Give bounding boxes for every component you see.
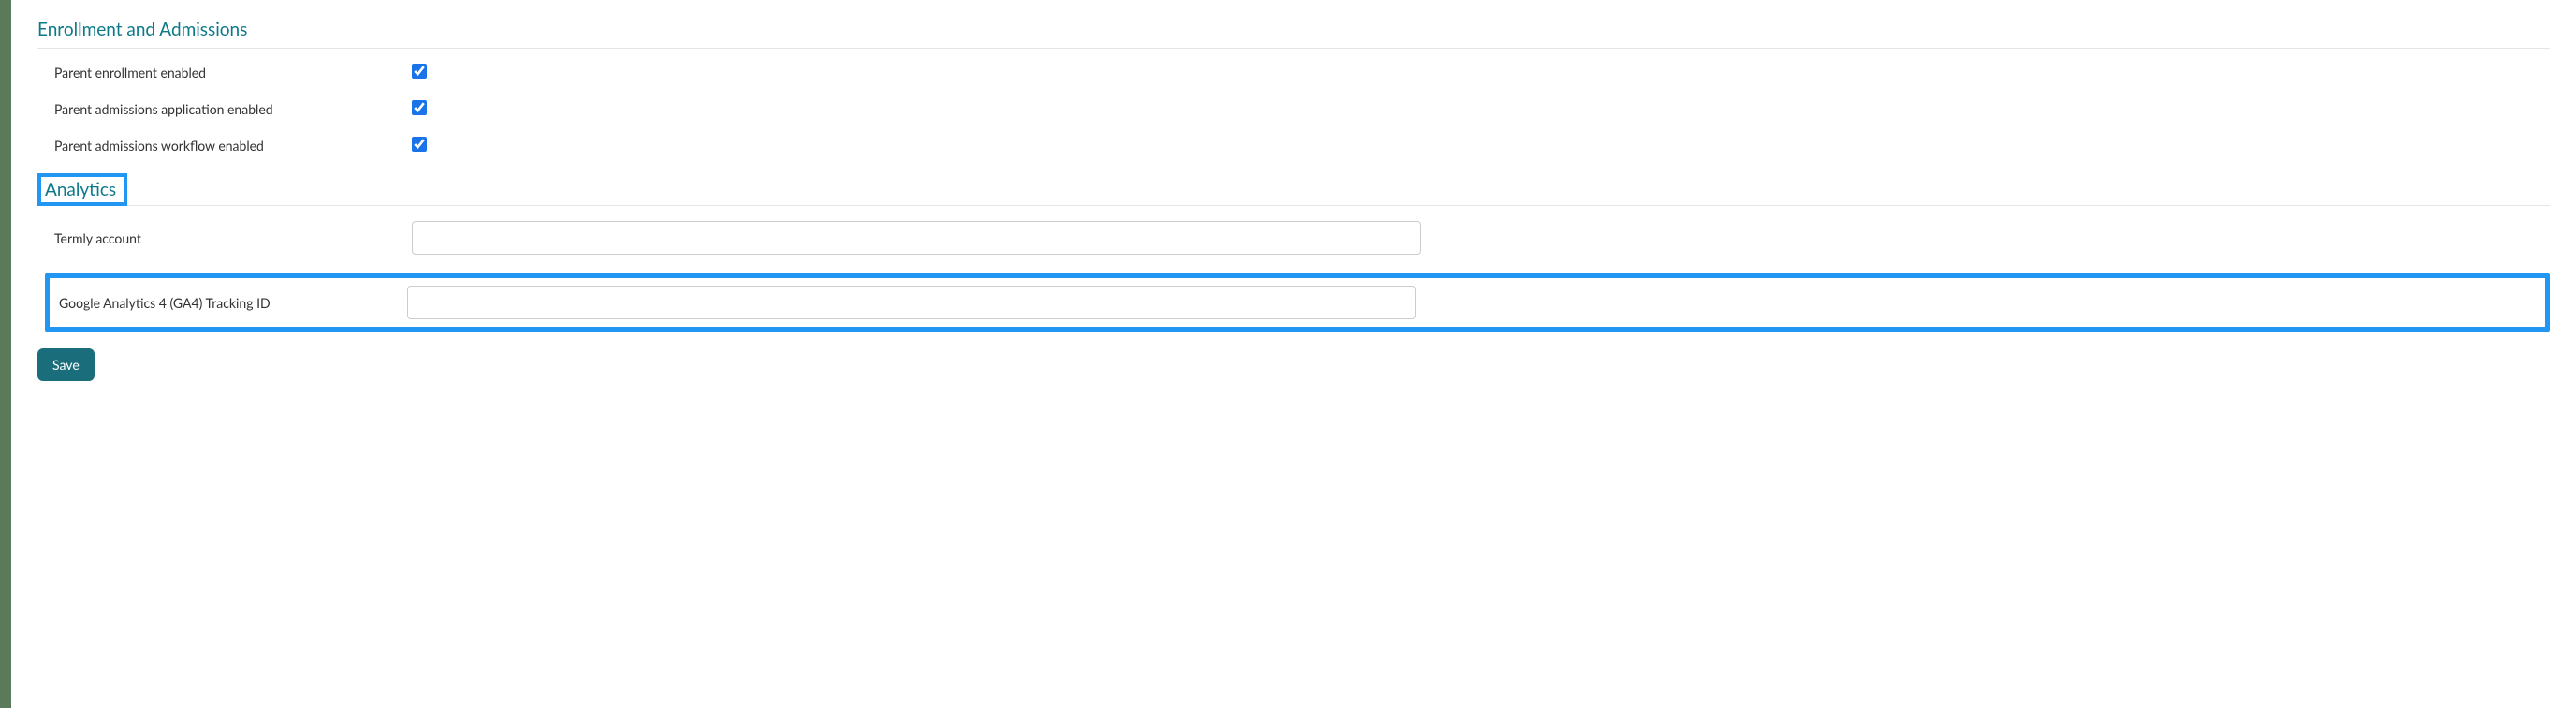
content-area: Enrollment and Admissions Parent enrollm… [11, 0, 2576, 708]
label-parent-enrollment: Parent enrollment enabled [54, 65, 412, 81]
label-termly-account: Termly account [54, 230, 412, 246]
control-wrap [412, 100, 2550, 118]
analytics-section: Analytics Termly account Google Analytic… [37, 173, 2550, 381]
row-parent-admissions-workflow: Parent admissions workflow enabled [37, 137, 2550, 155]
enrollment-section-header: Enrollment and Admissions [37, 19, 2550, 49]
control-wrap [412, 221, 2550, 255]
sidebar-edge [0, 0, 11, 708]
analytics-header-highlight: Analytics [37, 173, 127, 206]
save-button[interactable]: Save [37, 348, 95, 381]
row-parent-admissions-application: Parent admissions application enabled [37, 100, 2550, 118]
label-ga4-tracking-id: Google Analytics 4 (GA4) Tracking ID [57, 295, 407, 311]
row-ga4-tracking-id-highlight: Google Analytics 4 (GA4) Tracking ID [45, 273, 2550, 332]
checkbox-parent-admissions-workflow[interactable] [412, 137, 427, 152]
row-parent-enrollment: Parent enrollment enabled [37, 64, 2550, 81]
label-parent-admissions-application: Parent admissions application enabled [54, 101, 412, 117]
label-parent-admissions-workflow: Parent admissions workflow enabled [54, 138, 412, 154]
control-wrap [412, 137, 2550, 155]
checkbox-parent-enrollment[interactable] [412, 64, 427, 79]
control-wrap [407, 286, 2538, 319]
page-root: Enrollment and Admissions Parent enrollm… [0, 0, 2576, 708]
checkbox-parent-admissions-application[interactable] [412, 100, 427, 115]
control-wrap [412, 64, 2550, 81]
analytics-section-header: Analytics [45, 179, 116, 200]
input-termly-account[interactable] [412, 221, 1421, 255]
analytics-divider [37, 205, 2550, 206]
row-termly-account: Termly account [37, 221, 2550, 255]
input-ga4-tracking-id[interactable] [407, 286, 1416, 319]
